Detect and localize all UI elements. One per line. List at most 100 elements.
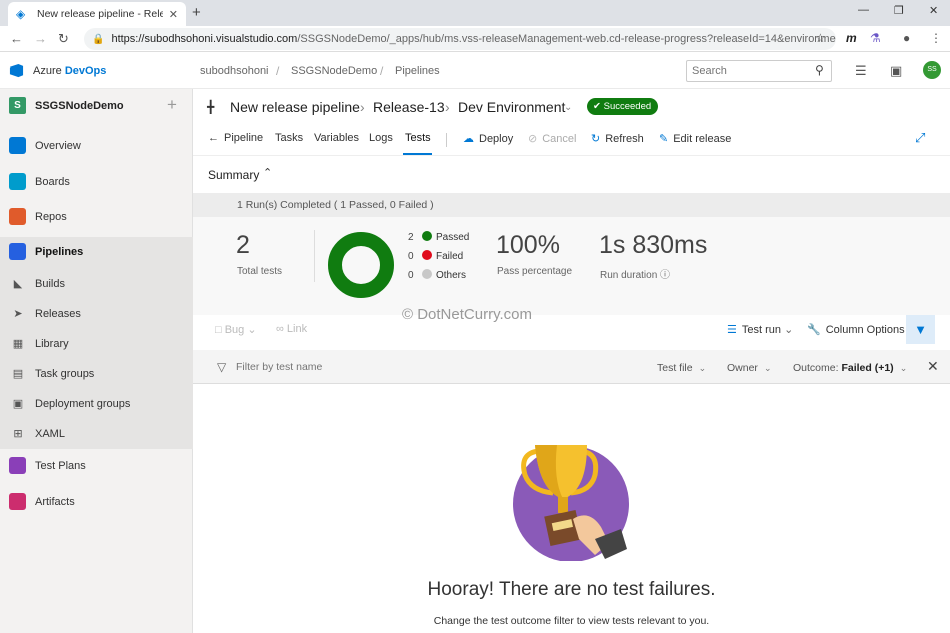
breadcrumb-organization[interactable]: subodhsohoni — [200, 65, 269, 77]
close-icon[interactable]: ✕ — [927, 358, 939, 375]
legend-passed: 2 Passed — [408, 231, 470, 243]
empty-state-hint: Change the test outcome filter to view t… — [433, 615, 710, 627]
avatar[interactable]: SS — [923, 61, 941, 79]
run-duration-label: Run duration ⓘ — [600, 270, 671, 281]
extension-flask-icon[interactable]: ⚗ — [870, 31, 881, 45]
breadcrumb-project[interactable]: SSGSNodeDemo — [291, 65, 377, 77]
sidebar-subitem-builds[interactable]: ◣ Builds — [0, 269, 193, 299]
cancel-button[interactable]: ⊘ Cancel — [528, 132, 576, 145]
reload-icon[interactable]: ↻ — [58, 31, 69, 47]
tab-tasks[interactable]: Tasks — [275, 132, 303, 144]
sidebar-subitem-deployment-groups[interactable]: ▣ Deployment groups — [0, 389, 193, 419]
profile-icon[interactable]: ● — [903, 31, 910, 45]
add-icon[interactable]: + — [167, 95, 177, 115]
rocket-icon: ➤ — [13, 308, 23, 320]
close-tab-icon[interactable]: ✕ — [169, 8, 178, 21]
summary-title: Summary — [208, 168, 260, 182]
tab-pipeline[interactable]: Pipeline — [224, 132, 263, 144]
watermark: © DotNetCurry.com — [402, 306, 532, 323]
project-selector[interactable]: S SSGSNodeDemo + — [0, 89, 193, 124]
pencil-icon: ✎ — [659, 133, 669, 145]
runs-summary-text: 1 Run(s) Completed ( 1 Passed, 0 Failed … — [237, 199, 434, 211]
back-arrow-icon[interactable]: ← — [10, 31, 23, 46]
release-name-link[interactable]: Release-13 — [373, 99, 445, 115]
expand-icon[interactable]: ⤢ — [915, 130, 925, 146]
link-button[interactable]: ∞ Link — [276, 323, 307, 335]
tab-logs[interactable]: Logs — [369, 132, 393, 144]
runs-summary-bar: 1 Run(s) Completed ( 1 Passed, 0 Failed … — [193, 193, 950, 217]
chevron-down-icon: ⌄ — [899, 363, 908, 373]
list-icon[interactable]: ☰ — [855, 63, 867, 79]
results-toolbar: □ Bug ⌄ ∞ Link ☰ Test run ⌄ 🔧 Column Optio… — [193, 315, 950, 349]
sidebar-item-label: Test Plans — [35, 460, 86, 472]
boards-icon — [9, 173, 26, 190]
chevron-down-icon[interactable]: ⌄ — [564, 102, 572, 113]
summary-header[interactable]: Summary ⌃ — [193, 155, 950, 193]
sidebar-item-artifacts[interactable]: Artifacts — [0, 487, 193, 517]
owner-dropdown[interactable]: Owner ⌄ — [727, 362, 771, 374]
lock-icon: 🔒 — [92, 33, 105, 45]
overview-icon — [9, 137, 26, 154]
new-tab-button[interactable]: + — [192, 4, 201, 21]
browser-menu-icon[interactable]: ⋮ — [930, 31, 942, 45]
bug-icon: □ — [215, 324, 222, 336]
close-window-icon[interactable]: ✕ — [929, 4, 938, 17]
brand-name[interactable]: Azure DevOps — [33, 65, 106, 77]
test-run-group-dropdown[interactable]: ☰ Test run ⌄ — [727, 323, 793, 336]
azure-devops-logo-icon[interactable] — [9, 63, 24, 78]
test-stats-panel: 2 Total tests 2 Passed 0 Failed 0 Others 10… — [193, 217, 950, 315]
filter-toggle-button[interactable]: ▼ — [906, 315, 935, 344]
filter-by-test-name-input[interactable] — [236, 358, 516, 376]
info-icon[interactable]: ⓘ — [660, 270, 670, 281]
run-duration-value: 1s 830ms — [599, 231, 708, 259]
tab-variables[interactable]: Variables — [314, 132, 359, 144]
sidebar-item-boards[interactable]: Boards — [0, 167, 193, 197]
edit-release-button[interactable]: ✎ Edit release — [659, 132, 731, 145]
tab-tests[interactable]: Tests — [405, 132, 431, 144]
sidebar-item-pipelines[interactable]: Pipelines — [0, 237, 193, 269]
legend-others: 0 Others — [408, 269, 467, 281]
forward-arrow-icon[interactable]: → — [34, 31, 47, 46]
pass-percentage-label: Pass percentage — [497, 266, 573, 277]
back-to-pipeline-arrow-icon[interactable]: ← — [208, 132, 219, 144]
address-bar[interactable]: 🔒 https://subodhsohoni.visualstudio.com/… — [84, 28, 836, 50]
search-input[interactable] — [686, 60, 832, 82]
sidebar-subitem-label: Deployment groups — [35, 398, 131, 410]
pipelines-icon — [9, 243, 26, 260]
chevron-up-icon[interactable]: ⌃ — [263, 166, 272, 179]
sidebar-subitem-releases[interactable]: ➤ Releases — [0, 299, 193, 329]
bug-button[interactable]: □ Bug ⌄ — [215, 323, 257, 336]
browser-tab[interactable]: ◈ New release pipeline - Release-1 ✕ — [8, 2, 186, 26]
link-icon: ∞ — [276, 323, 284, 335]
bookmark-star-icon[interactable]: ☆ — [815, 31, 826, 45]
outcome-dropdown[interactable]: Outcome: Failed (+1) ⌄ — [793, 362, 907, 374]
test-file-dropdown[interactable]: Test file ⌄ — [657, 362, 706, 374]
sidebar-item-overview[interactable]: Overview — [0, 131, 193, 161]
extension-m-icon[interactable]: m — [846, 31, 857, 45]
minimize-window-icon[interactable]: — — [858, 4, 869, 16]
sidebar-item-test-plans[interactable]: Test Plans — [0, 451, 193, 481]
sidebar-subitem-label: Builds — [35, 278, 65, 290]
empty-state-title: Hooray! There are no test failures. — [427, 579, 716, 600]
sidebar-subitem-library[interactable]: ▦ Library — [0, 329, 193, 359]
restore-window-icon[interactable]: ❐ — [894, 4, 904, 17]
sidebar-subitem-xaml[interactable]: ⊞ XAML — [0, 419, 193, 449]
breadcrumb-pipelines[interactable]: Pipelines — [395, 65, 440, 77]
pipeline-name-link[interactable]: New release pipeline — [230, 99, 360, 115]
filter-funnel-icon: ▽ — [217, 360, 227, 374]
sidebar-subitem-label: XAML — [35, 428, 65, 440]
deploy-button[interactable]: ☁ Deploy — [463, 132, 513, 145]
release-title-row: ╋ New release pipeline › Release-13 › De… — [193, 89, 950, 125]
project-name: SSGSNodeDemo — [35, 100, 124, 112]
sidebar-item-repos[interactable]: Repos — [0, 202, 193, 232]
sidebar: S SSGSNodeDemo + Overview Boards Repos P… — [0, 89, 193, 633]
wrench-icon: 🔧 — [807, 324, 821, 336]
column-options-button[interactable]: 🔧 Column Options — [807, 323, 905, 336]
refresh-button[interactable]: ↻ Refresh — [591, 132, 644, 145]
search-icon[interactable]: ⚲ — [815, 63, 824, 77]
sidebar-subitem-task-groups[interactable]: ▤ Task groups — [0, 359, 193, 389]
refresh-icon: ↻ — [591, 133, 601, 145]
shopping-bag-icon[interactable]: ▣ — [890, 63, 902, 79]
environment-selector[interactable]: Dev Environment — [458, 99, 565, 115]
filter-funnel-icon: ▼ — [914, 322, 927, 337]
